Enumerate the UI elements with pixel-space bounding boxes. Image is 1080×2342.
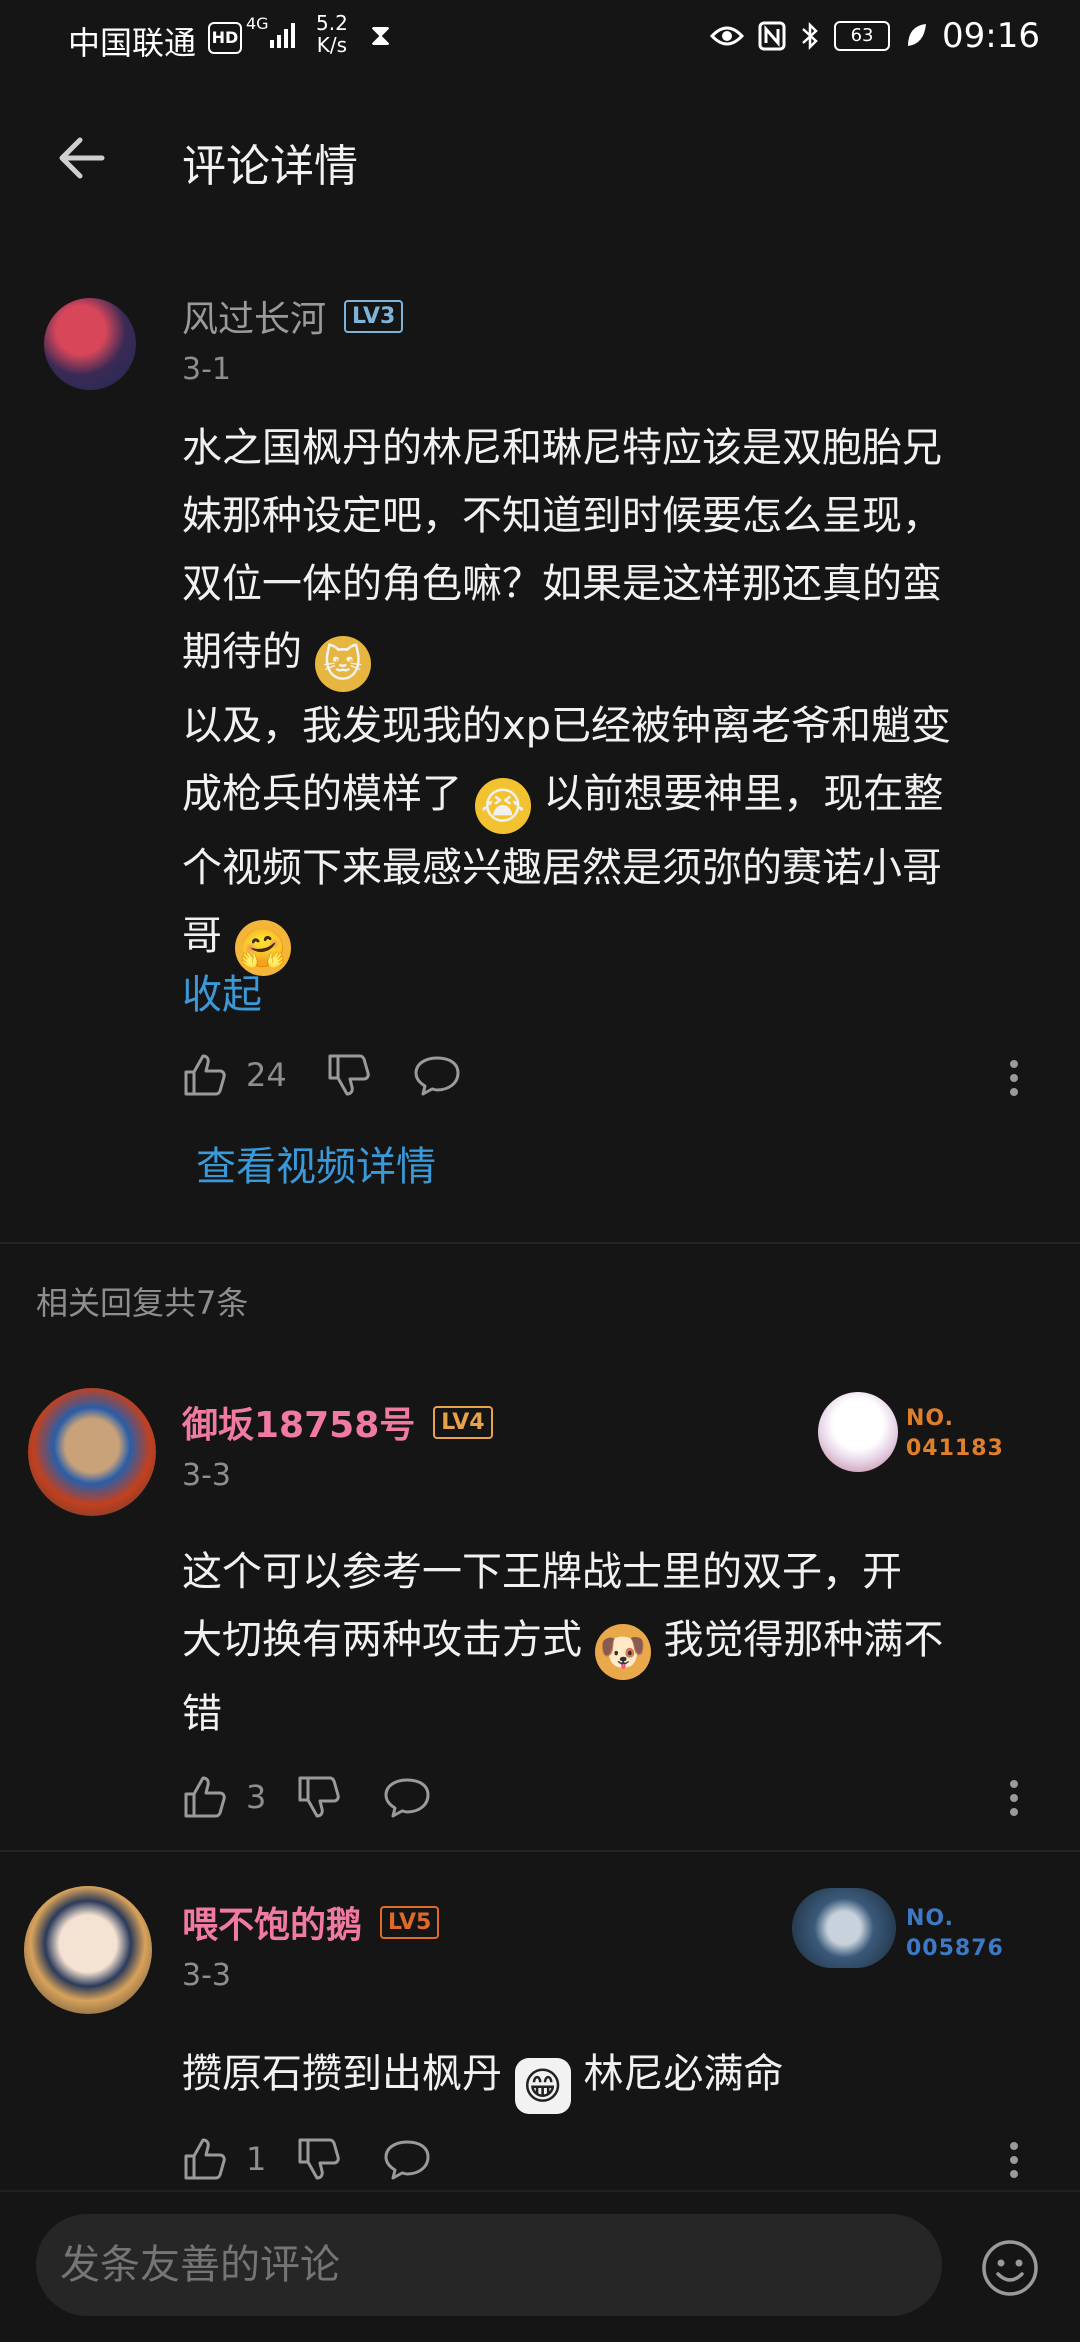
text-span: 期待的 (182, 629, 302, 675)
badge-number: 041183 (906, 1436, 1004, 1461)
dog-emoji-icon: 🐶 (594, 1624, 651, 1680)
emoji-picker-icon[interactable] (980, 2238, 1040, 2298)
username[interactable]: 喂不饱的鹅 (182, 1896, 362, 1948)
divider (0, 1850, 1080, 1852)
text-span: 我觉得那种满不 (663, 1617, 944, 1663)
fan-badge-number: NO. 005876 (906, 1904, 1004, 1964)
status-bar: 中国联通 HD 4G 5.2 K/s ⧗ 63 09:16 (0, 0, 1080, 80)
net-speed: 5.2 K/s (316, 12, 348, 56)
page-title: 评论详情 (182, 141, 358, 192)
signal-icon (270, 23, 295, 48)
collapse-link[interactable]: 收起 (182, 962, 262, 1020)
divider (0, 1242, 1080, 1244)
comment-input-field[interactable] (36, 2214, 942, 2316)
replies-count-label: 相关回复共7条 (36, 1284, 249, 1322)
more-icon[interactable] (1000, 1056, 1028, 1100)
speed-unit: K/s (316, 33, 348, 57)
eye-icon (710, 26, 745, 46)
clock: 09:16 (942, 16, 1040, 56)
reply-actions: 1 (182, 2136, 432, 2182)
dislike-icon[interactable] (326, 1052, 372, 1098)
text-line: 以及，我发现我的xp已经被钟离老爷和魈变 (182, 703, 952, 749)
level-badge: LV5 (380, 1905, 440, 1939)
bluetooth-icon (802, 21, 818, 51)
comment-text: 水之国枫丹的林尼和琳尼特应该是双胞胎兄 妹那种设定吧，不知道到时候要怎么呈现， … (182, 414, 1052, 976)
text-line: 水之国枫丹的林尼和琳尼特应该是双胞胎兄 (182, 425, 942, 471)
reply-date: 3-3 (182, 1458, 231, 1493)
text-line: 成枪兵的模样了 😭 以前想要神里，现在整 (182, 760, 1052, 834)
tv-emoji-icon: 😁 (514, 2058, 571, 2114)
nfc-icon (758, 21, 786, 51)
like-icon[interactable] (182, 1052, 228, 1098)
cat-emoji-icon: 🐱 (314, 636, 371, 692)
speed-value: 5.2 (316, 11, 348, 35)
comment-input[interactable] (36, 2214, 942, 2316)
dislike-icon[interactable] (296, 2136, 342, 2182)
text-span: 林尼必满命 (583, 2051, 784, 2097)
fan-badge-avatar (818, 1392, 898, 1472)
badge-number: 005876 (906, 1936, 1004, 1961)
text-line: 哥 🤗 (182, 902, 1052, 976)
text-line: 大切换有两种攻击方式 🐶 我觉得那种满不 (182, 1606, 1052, 1680)
reply-actions: 3 (182, 1774, 432, 1820)
reply-icon[interactable] (382, 2136, 432, 2182)
badge-label: NO. (906, 1406, 954, 1431)
status-right: 63 09:16 (710, 14, 1040, 58)
avatar[interactable] (44, 298, 136, 390)
leaf-icon (908, 24, 927, 46)
fan-badge-avatar (792, 1888, 896, 1968)
reply-date: 3-3 (182, 1958, 231, 1993)
text-line: 攒原石攒到出枫丹 😁 林尼必满命 (182, 2040, 1052, 2114)
text-line: 期待的 🐱 (182, 618, 1052, 692)
crying-emoji-icon: 😭 (474, 778, 531, 834)
fan-badge-number: NO. 041183 (906, 1404, 1004, 1464)
level-badge: LV4 (433, 1405, 493, 1439)
comment-actions: 24 (182, 1052, 462, 1098)
reply-icon[interactable] (382, 1774, 432, 1820)
network-type: 4G (246, 14, 269, 33)
text-line: 个视频下来最感兴趣居然是须弥的赛诺小哥 (182, 845, 942, 891)
text-span: 成枪兵的模样了 (182, 771, 462, 817)
dislike-icon[interactable] (296, 1774, 342, 1820)
reply-text: 攒原石攒到出枫丹 😁 林尼必满命 (182, 2040, 1052, 2114)
avatar[interactable] (28, 1388, 156, 1516)
battery-icon: 63 (834, 21, 891, 51)
avatar[interactable] (24, 1886, 152, 2014)
more-icon[interactable] (1000, 1776, 1028, 1820)
text-span: 哥 (182, 913, 222, 959)
level-badge: LV3 (344, 299, 404, 333)
text-span: 以前想要神里，现在整 (543, 771, 944, 817)
reply-author-row: 喂不饱的鹅 LV5 (182, 1896, 440, 1948)
text-line: 这个可以参考一下王牌战士里的双子，开 (182, 1549, 902, 1595)
badge-label: NO. (906, 1906, 954, 1931)
username[interactable]: 风过长河 (182, 290, 326, 342)
text-span: 攒原石攒到出枫丹 (182, 2051, 502, 2097)
like-icon[interactable] (182, 2136, 228, 2182)
comment-author-row: 风过长河 LV3 (182, 290, 404, 342)
username[interactable]: 御坂18758号 (182, 1396, 415, 1448)
reply-icon[interactable] (412, 1052, 462, 1098)
text-line: 双位一体的角色嘛？如果是这样那还真的蛮 (182, 561, 942, 607)
reply-text: 这个可以参考一下王牌战士里的双子，开 大切换有两种攻击方式 🐶 我觉得那种满不 … (182, 1538, 1052, 1748)
back-arrow-icon[interactable] (52, 128, 112, 188)
like-count: 24 (246, 1056, 287, 1094)
hd-badge: HD (208, 22, 242, 54)
carrier-label: 中国联通 (68, 24, 197, 62)
text-span: 大切换有两种攻击方式 (182, 1617, 582, 1663)
reply-author-row: 御坂18758号 LV4 (182, 1396, 493, 1448)
text-line: 妹那种设定吧，不知道到时候要怎么呈现， (182, 493, 942, 539)
view-video-link[interactable]: 查看视频详情 (196, 1134, 436, 1192)
more-icon[interactable] (1000, 2138, 1028, 2182)
like-count: 3 (246, 1778, 267, 1816)
text-line: 错 (182, 1691, 222, 1737)
like-icon[interactable] (182, 1774, 228, 1820)
like-count: 1 (246, 2140, 267, 2178)
comment-date: 3-1 (182, 352, 231, 387)
hourglass-icon: ⧗ (370, 18, 392, 53)
